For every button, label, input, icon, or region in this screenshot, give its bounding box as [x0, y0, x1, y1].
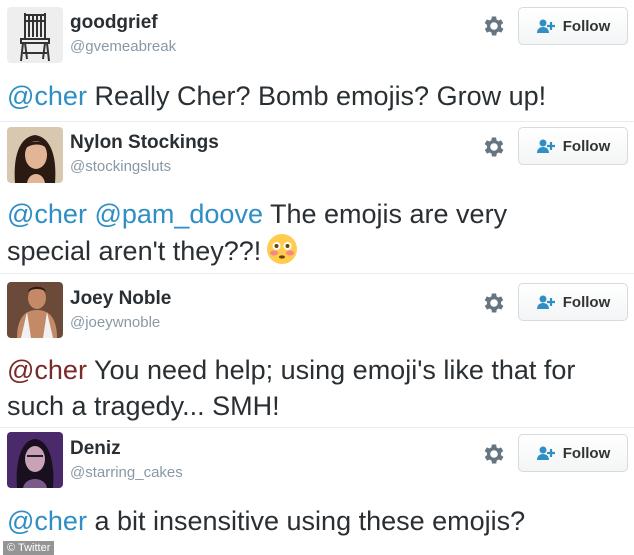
gear-icon[interactable] [481, 13, 507, 39]
mention-link[interactable]: @pam_doove [94, 199, 263, 229]
girl-avatar-image [7, 432, 63, 488]
add-user-icon [536, 445, 556, 461]
user-handle[interactable]: @starring_cakes [70, 464, 183, 481]
man-avatar-image [7, 282, 63, 338]
follow-button[interactable]: Follow [518, 283, 628, 321]
avatar[interactable] [7, 127, 63, 183]
tweet-divider [0, 427, 634, 428]
avatar[interactable] [7, 7, 63, 63]
follow-label: Follow [562, 444, 611, 462]
display-name[interactable]: Deniz [70, 438, 121, 460]
mention-link[interactable]: @cher [7, 81, 87, 111]
tweet-text: @cher @pam_doove The emojis are very spe… [7, 196, 629, 269]
gear-icon[interactable] [481, 441, 507, 467]
tweet-body-line1: The emojis are very [262, 199, 508, 229]
mention-link[interactable]: @cher [7, 506, 87, 536]
user-handle[interactable]: @stockingsluts [70, 158, 171, 175]
follow-label: Follow [562, 137, 611, 155]
user-handle[interactable]: @joeywnoble [70, 314, 160, 331]
follow-button[interactable]: Follow [518, 127, 628, 165]
mention-link[interactable]: @cher [7, 355, 87, 385]
follow-label: Follow [562, 17, 611, 35]
tweet-body: Really Cher? Bomb emojis? Grow up! [86, 81, 547, 111]
tweet-divider [0, 121, 634, 122]
tweet-text: @cher a bit insensitive using these emoj… [7, 503, 629, 539]
follow-button[interactable]: Follow [518, 7, 628, 45]
tweet-body-line1: You need help; using emoji's like that f… [86, 355, 576, 385]
gear-icon[interactable] [481, 134, 507, 160]
tweet-text: @cher Really Cher? Bomb emojis? Grow up! [7, 78, 629, 114]
tweet-divider [0, 273, 634, 274]
mention-link[interactable]: @cher [7, 199, 87, 229]
follow-button[interactable]: Follow [518, 434, 628, 472]
tweet-body-line2: such a tragedy... SMH! [7, 391, 280, 421]
add-user-icon [536, 294, 556, 310]
add-user-icon [536, 138, 556, 154]
add-user-icon [536, 18, 556, 34]
woman-avatar-image [7, 127, 63, 183]
chair-avatar-image [7, 7, 63, 63]
gear-icon[interactable] [481, 290, 507, 316]
display-name[interactable]: Nylon Stockings [70, 132, 219, 154]
tweet-body-line2: special aren't they??! [7, 236, 262, 266]
flushed-face-emoji-icon [265, 232, 299, 266]
display-name[interactable]: Joey Noble [70, 288, 171, 310]
avatar[interactable] [7, 432, 63, 488]
tweet-body: a bit insensitive using these emojis? [86, 506, 526, 536]
user-handle[interactable]: @gvemeabreak [70, 38, 176, 55]
follow-label: Follow [562, 293, 611, 311]
copyright-watermark: © Twitter [3, 541, 55, 555]
display-name[interactable]: goodgrief [70, 12, 158, 34]
tweet-text: @cher You need help; using emoji's like … [7, 352, 629, 424]
avatar[interactable] [7, 282, 63, 338]
